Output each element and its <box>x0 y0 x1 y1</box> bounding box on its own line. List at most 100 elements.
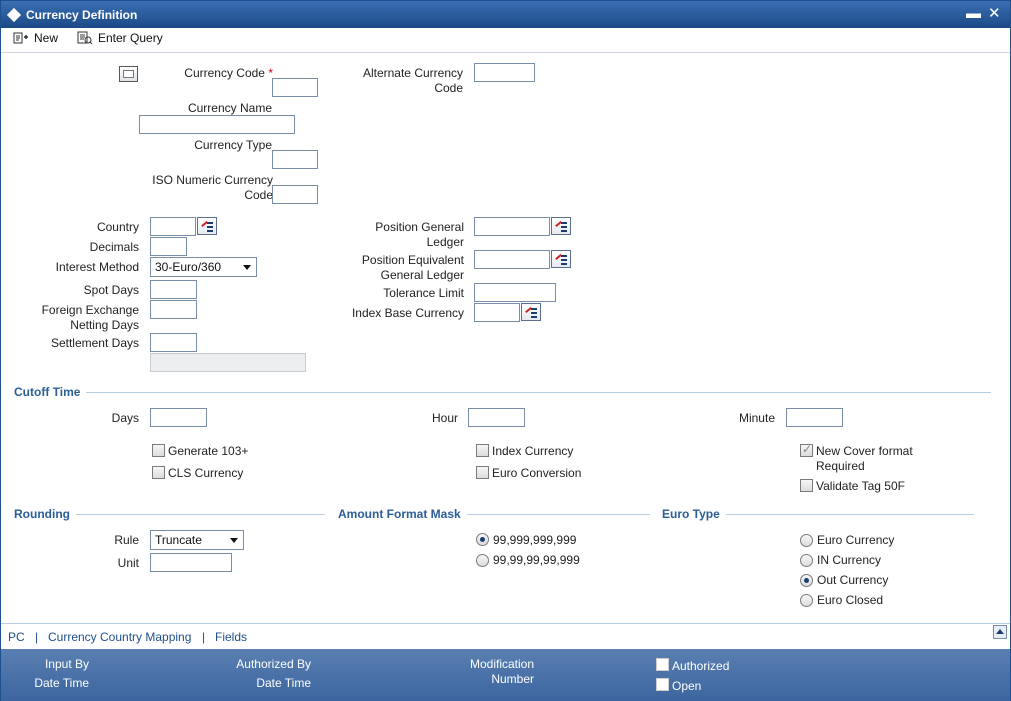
cutoff-days-input[interactable] <box>150 408 207 427</box>
cutoff-minute-label: Minute <box>738 411 775 425</box>
generate-103-label: Generate 103+ <box>168 444 249 458</box>
cutoff-divider <box>9 392 991 393</box>
pc-link[interactable]: PC <box>8 630 25 644</box>
fields-link[interactable]: Fields <box>215 630 247 644</box>
out-currency-radio[interactable] <box>800 574 813 587</box>
amount-format-heading: Amount Format Mask <box>333 507 467 521</box>
position-eq-gl-lov-icon[interactable] <box>551 250 571 268</box>
interest-method-select[interactable]: 30-Euro/360 <box>150 257 257 277</box>
position-gl-lov-icon[interactable] <box>551 217 571 235</box>
settlement-days-input[interactable] <box>150 333 197 352</box>
currency-code-input[interactable] <box>272 78 318 97</box>
index-currency-checkbox[interactable] <box>476 444 489 457</box>
index-currency-label: Index Currency <box>492 444 574 458</box>
euro-currency-radio[interactable] <box>800 534 813 547</box>
rounding-rule-value: Truncate <box>155 533 202 547</box>
disabled-field <box>150 353 306 372</box>
validate-tag-50f-label: Validate Tag 50F <box>816 479 905 493</box>
authorized-checkbox <box>656 658 669 671</box>
authorized-date-time-label: Date Time <box>256 676 311 690</box>
open-label: Open <box>672 679 702 693</box>
currency-type-label: Currency Type <box>194 138 272 152</box>
index-base-currency-input[interactable] <box>474 303 520 322</box>
new-cover-format-checkbox[interactable] <box>800 442 813 457</box>
decimals-input[interactable] <box>150 237 187 256</box>
minimize-icon[interactable]: ▬ <box>966 5 981 23</box>
rounding-unit-label: Unit <box>117 556 139 570</box>
modification-number-label: Number <box>491 672 534 686</box>
interest-method-label: Interest Method <box>55 260 139 274</box>
modification-label: Modification <box>469 657 534 671</box>
cutoff-hour-label: Hour <box>431 411 458 425</box>
currency-name-input[interactable] <box>139 115 295 134</box>
new-button[interactable]: New <box>13 31 58 45</box>
cls-currency-checkbox[interactable] <box>152 466 165 479</box>
window-title: Currency Definition <box>26 8 138 22</box>
euro-conversion-checkbox[interactable] <box>476 466 489 479</box>
rounding-unit-input[interactable] <box>150 553 232 572</box>
position-gl-input[interactable] <box>474 217 550 236</box>
cls-currency-label: CLS Currency <box>168 466 244 480</box>
audit-bar: Input By Date Time Authorized By Date Ti… <box>1 649 1010 701</box>
decimals-label: Decimals <box>89 240 139 254</box>
currency-country-mapping-link[interactable]: Currency Country Mapping <box>48 630 191 644</box>
country-label: Country <box>96 220 139 234</box>
link-separator: | <box>202 630 206 644</box>
rounding-heading: Rounding <box>9 507 76 521</box>
position-gl-label: Position General Ledger <box>375 220 464 249</box>
in-currency-label: IN Currency <box>817 553 882 567</box>
enter-query-button[interactable]: Enter Query <box>77 31 163 45</box>
new-cover-format-label: New Cover format Required <box>816 444 913 473</box>
index-base-currency-lov-icon[interactable] <box>521 303 541 321</box>
query-icon <box>77 31 93 45</box>
in-currency-radio[interactable] <box>800 554 813 567</box>
cutoff-hour-input[interactable] <box>468 408 525 427</box>
fx-netting-days-label: Foreign Exchange Netting Days <box>41 303 139 332</box>
alternate-currency-code-label: Alternate Currency Code <box>362 66 463 95</box>
currency-type-input[interactable] <box>272 150 318 169</box>
footer-links-bar: PC | Currency Country Mapping | Fields <box>1 623 1010 649</box>
generate-103-checkbox[interactable] <box>152 444 165 457</box>
enter-query-label: Enter Query <box>98 31 163 45</box>
new-label: New <box>34 31 59 45</box>
currency-code-label: Currency Code * <box>184 66 273 80</box>
position-eq-gl-label: Position Equivalent General Ledger <box>361 253 464 282</box>
field-help-icon[interactable] <box>119 66 138 82</box>
validate-tag-50f-checkbox[interactable] <box>800 479 813 492</box>
chevron-down-icon <box>230 538 238 543</box>
country-lov-icon[interactable] <box>197 217 217 235</box>
interest-method-value: 30-Euro/360 <box>155 260 222 274</box>
currency-definition-window: Currency Definition ▬ ✕ New Enter Query … <box>0 0 1011 701</box>
authorized-label: Authorized <box>672 659 730 673</box>
chevron-down-icon <box>243 265 251 270</box>
tolerance-limit-input[interactable] <box>474 283 556 302</box>
iso-numeric-code-input[interactable] <box>272 185 318 204</box>
input-date-time-label: Date Time <box>34 676 89 690</box>
close-icon[interactable]: ✕ <box>988 5 1001 23</box>
input-by-label: Input By <box>44 657 89 671</box>
spot-days-input[interactable] <box>150 280 197 299</box>
title-bar: Currency Definition ▬ ✕ <box>1 1 1010 28</box>
scroll-up-icon[interactable] <box>993 625 1007 639</box>
new-icon <box>13 32 28 44</box>
position-eq-gl-input[interactable] <box>474 250 550 269</box>
euro-type-heading: Euro Type <box>657 507 726 521</box>
amount-format-option-1-radio[interactable] <box>476 533 489 546</box>
out-currency-label: Out Currency <box>817 573 889 587</box>
tolerance-limit-label: Tolerance Limit <box>383 286 464 300</box>
link-separator: | <box>35 630 39 644</box>
euro-closed-radio[interactable] <box>800 594 813 607</box>
toolbar: New Enter Query <box>1 28 1010 53</box>
window-diamond-icon <box>6 7 22 23</box>
cutoff-minute-input[interactable] <box>786 408 843 427</box>
open-checkbox <box>656 678 669 691</box>
amount-format-option-2-label: 99,99,99,99,999 <box>493 553 580 567</box>
euro-closed-label: Euro Closed <box>817 593 884 607</box>
amount-format-option-2-radio[interactable] <box>476 554 489 567</box>
country-input[interactable] <box>150 217 196 236</box>
alternate-currency-code-input[interactable] <box>474 63 535 82</box>
fx-netting-days-input[interactable] <box>150 300 197 319</box>
rounding-rule-select[interactable]: Truncate <box>150 530 244 550</box>
rounding-rule-label: Rule <box>114 533 139 547</box>
iso-numeric-code-label: ISO Numeric Currency Code <box>152 173 273 202</box>
